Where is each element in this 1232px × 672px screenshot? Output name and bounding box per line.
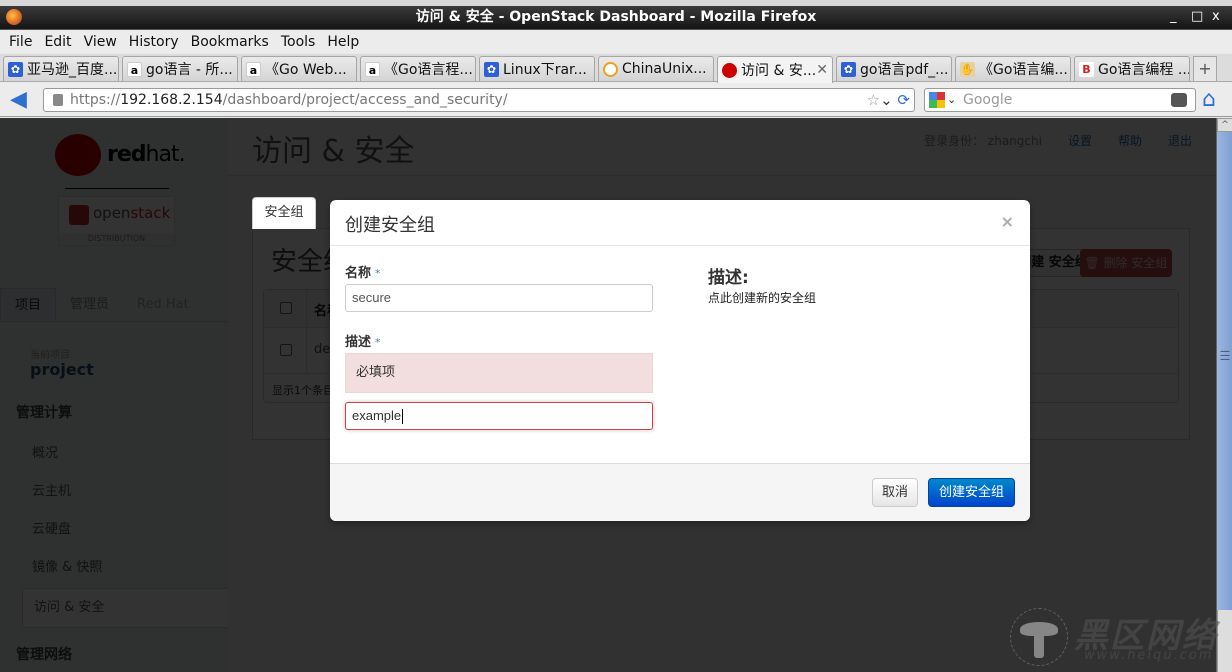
browser-tab[interactable]: ✋ 《Go语言编...	[955, 56, 1071, 81]
menu-tools[interactable]: Tools	[281, 34, 316, 50]
maximize-button[interactable]: □	[1191, 6, 1203, 28]
url-scheme: https://	[70, 92, 121, 108]
close-icon[interactable]: ×	[1001, 212, 1014, 231]
amazon-icon: a	[365, 61, 380, 77]
menu-bar: File Edit View History Bookmarks Tools H…	[0, 31, 1232, 53]
browser-tab-active[interactable]: 访问 & 安... ✕	[717, 56, 833, 83]
url-path: /dashboard/project/access_and_security/	[222, 92, 508, 108]
help-text: 点此创建新的安全组	[708, 291, 817, 305]
tab-security-groups[interactable]: 安全组	[252, 197, 316, 229]
tab-label: 《Go语言程...	[384, 62, 473, 78]
description-input-value: example	[352, 408, 402, 423]
browser-tab[interactable]: ChinaUnix...	[598, 56, 714, 81]
name-label-text: 名称	[345, 266, 372, 281]
browser-tab[interactable]: ✿ 亚马逊_百度...	[3, 56, 119, 81]
help-title: 描述:	[708, 268, 749, 288]
engine-dropdown-icon[interactable]: ⌄	[947, 89, 956, 111]
required-mark: *	[375, 336, 381, 349]
browser-tab[interactable]: ✿ go语言pdf_...	[836, 56, 952, 81]
baidu-paw-icon: ✿	[841, 61, 856, 77]
create-security-group-submit-button[interactable]: 创建安全组	[928, 478, 1015, 507]
watermark: 黑区网络 www.heiqu.com	[1000, 604, 1220, 670]
tab-label: Go语言编程 ...	[1098, 62, 1190, 78]
name-label: 名称 *	[345, 262, 381, 281]
search-placeholder: Google	[963, 92, 1013, 108]
scroll-up-icon[interactable]: ^	[1217, 118, 1232, 132]
tab-label: 《Go Web...	[265, 62, 347, 78]
tab-label: Linux下rar...	[503, 62, 587, 78]
tab-label: ChinaUnix...	[622, 61, 707, 77]
page-scrollbar[interactable]: ^ — — —	[1216, 118, 1232, 672]
tab-label: go语言pdf_...	[860, 62, 949, 78]
baidu-paw-icon: ✿	[8, 61, 23, 77]
menu-edit[interactable]: Edit	[44, 34, 71, 50]
required-mark: *	[375, 267, 381, 280]
firefox-window: 访问 & 安全 - OpenStack Dashboard - Mozilla …	[0, 0, 1232, 672]
create-security-group-modal: 创建安全组 × 名称 * secure 描述 * 必填项 example 描述: 点…	[330, 200, 1030, 521]
b3-icon: B	[1079, 61, 1094, 77]
menu-view[interactable]: View	[84, 34, 117, 50]
tab-label: 访问 & 安...	[741, 63, 817, 79]
description-input[interactable]: example	[345, 402, 653, 430]
close-window-button[interactable]: x	[1212, 6, 1220, 28]
description-label: 描述 *	[345, 331, 381, 350]
url-bar[interactable]: https://192.168.2.154/dashboard/project/…	[43, 88, 915, 112]
scroll-grip-icon[interactable]: — — —	[1220, 347, 1230, 365]
lock-icon	[53, 94, 63, 106]
window-titlebar: 访问 & 安全 - OpenStack Dashboard - Mozilla …	[0, 6, 1232, 30]
browser-tab[interactable]: a 《Go Web...	[241, 56, 357, 81]
baidu-paw-icon: ✿	[484, 61, 499, 77]
tab-label: go语言 - 所...	[146, 62, 233, 78]
back-arrow-icon[interactable]: ◀	[10, 89, 32, 111]
watermark-url: www.heiqu.com	[1084, 648, 1214, 663]
browser-tab[interactable]: a 《Go语言程...	[360, 56, 476, 81]
dropdown-arrow-icon[interactable]: ⌄	[880, 91, 893, 109]
name-input[interactable]: secure	[345, 284, 653, 312]
home-icon[interactable]: ⌂	[1202, 89, 1224, 111]
tab-label: 亚马逊_百度...	[27, 62, 118, 78]
browser-tab[interactable]: ✿ Linux下rar...	[479, 56, 595, 81]
menu-file[interactable]: File	[9, 34, 32, 50]
chinaunix-icon	[603, 61, 618, 77]
url-host: 192.168.2.154	[120, 92, 223, 108]
browser-tab[interactable]: a go语言 - 所...	[122, 56, 238, 81]
modal-header: 创建安全组 ×	[330, 200, 1030, 246]
firefox-logo-icon	[6, 9, 22, 25]
new-tab-button[interactable]: +	[1193, 56, 1217, 81]
amazon-icon: a	[127, 61, 142, 77]
modal-title: 创建安全组	[345, 215, 435, 236]
tab-strip: ✿ 亚马逊_百度... a go语言 - 所... a 《Go Web... a 《Go…	[0, 54, 1232, 83]
search-bar[interactable]: ⌄ Google	[924, 88, 1196, 112]
url-tools: ☆⌄ ⟳	[867, 89, 910, 111]
menu-history[interactable]: History	[129, 34, 179, 50]
menu-help[interactable]: Help	[327, 34, 359, 50]
modal-footer: 取消 创建安全组	[330, 463, 1030, 521]
menu-bookmarks[interactable]: Bookmarks	[191, 34, 269, 50]
minimize-button[interactable]: _	[1170, 6, 1177, 28]
text-caret	[402, 409, 404, 425]
star-bookmark-icon[interactable]: ☆	[867, 91, 880, 109]
cancel-button[interactable]: 取消	[872, 478, 918, 507]
binoculars-search-icon[interactable]	[1171, 93, 1187, 107]
book-icon: ✋	[960, 61, 975, 77]
field-error-message: 必填项	[345, 353, 653, 393]
browser-tab[interactable]: B Go语言编程 ...	[1074, 56, 1190, 81]
description-label-text: 描述	[345, 335, 372, 350]
reload-icon[interactable]: ⟳	[897, 91, 910, 109]
close-tab-icon[interactable]: ✕	[816, 62, 828, 78]
tab-label: 《Go语言编...	[979, 62, 1068, 78]
google-engine-icon[interactable]	[929, 92, 945, 108]
window-title: 访问 & 安全 - OpenStack Dashboard - Mozilla …	[415, 9, 817, 25]
mushroom-stem	[1034, 634, 1044, 658]
redhat-icon	[722, 62, 737, 78]
navigation-toolbar: ◀ https://192.168.2.154/dashboard/projec…	[0, 83, 1232, 117]
amazon-icon: a	[246, 61, 261, 77]
